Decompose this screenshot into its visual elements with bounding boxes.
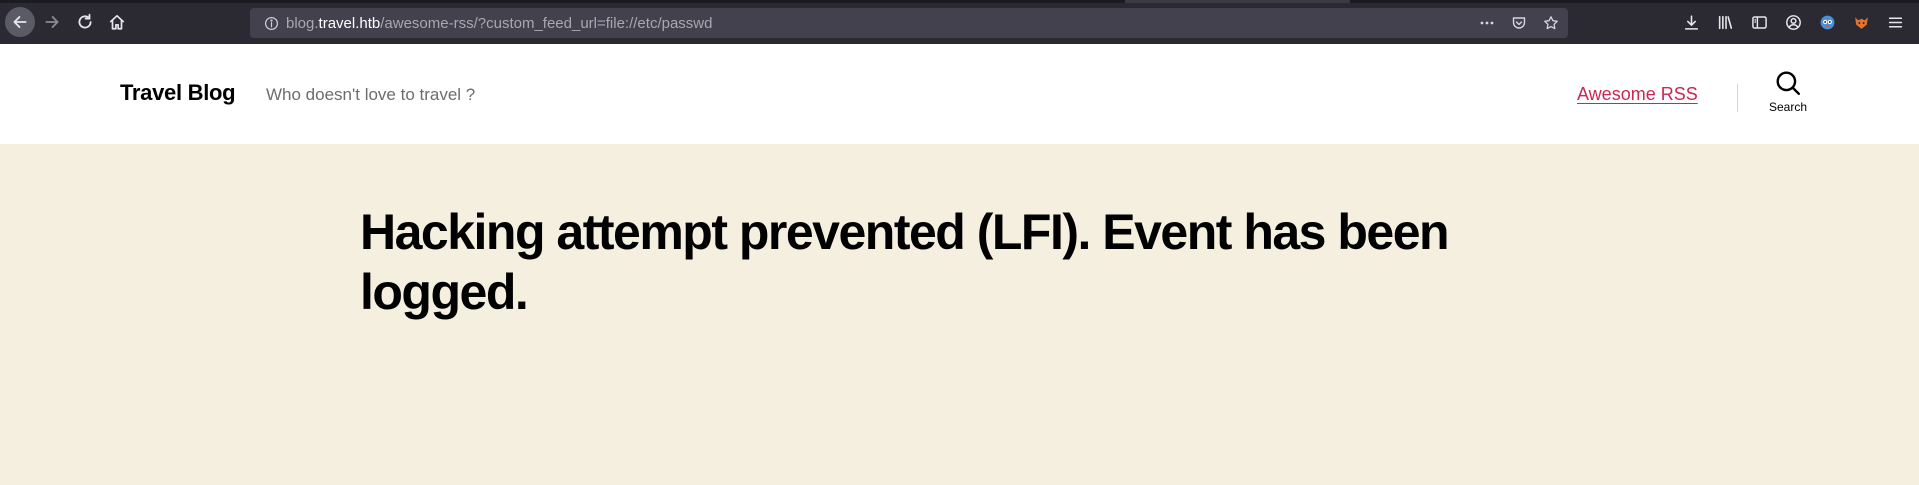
url-domain: travel.htb xyxy=(318,14,381,32)
back-button[interactable] xyxy=(5,7,35,37)
foxyproxy-icon[interactable] xyxy=(1851,12,1871,32)
search-label: Search xyxy=(1768,100,1808,114)
site-title[interactable]: Travel Blog xyxy=(120,80,236,106)
address-bar-actions xyxy=(1476,8,1562,38)
header-divider xyxy=(1737,84,1738,112)
download-icon[interactable] xyxy=(1681,12,1701,32)
url-text[interactable]: blog.travel.htb/awesome-rss/?custom_feed… xyxy=(286,15,712,32)
browser-toolbar: blog.travel.htb/awesome-rss/?custom_feed… xyxy=(0,0,1919,44)
menu-hamburger-icon[interactable] xyxy=(1885,12,1905,32)
account-icon[interactable] xyxy=(1783,12,1803,32)
active-tab-indicator[interactable] xyxy=(1125,0,1350,3)
main-content: Hacking attempt prevented (LFI). Event h… xyxy=(0,144,1919,485)
home-icon xyxy=(109,14,125,30)
extension-icon[interactable] xyxy=(1817,12,1837,32)
browser-tools xyxy=(1681,0,1905,44)
tab-strip-edge xyxy=(0,0,1919,3)
site-description: Who doesn't love to travel ? xyxy=(266,85,476,104)
search-toggle-button[interactable]: Search xyxy=(1762,70,1814,126)
site-info-icon[interactable] xyxy=(256,8,286,38)
search-icon xyxy=(1776,71,1801,96)
address-bar[interactable]: blog.travel.htb/awesome-rss/?custom_feed… xyxy=(250,8,1568,38)
arrow-left-icon xyxy=(13,16,27,28)
reload-icon xyxy=(78,13,92,29)
site-header: Travel Blog Who doesn't love to travel ?… xyxy=(0,44,1919,144)
page-heading: Hacking attempt prevented (LFI). Event h… xyxy=(360,204,1450,320)
forward-button[interactable] xyxy=(37,7,67,37)
home-button[interactable] xyxy=(102,7,132,37)
bookmark-star-icon[interactable] xyxy=(1540,12,1562,34)
sidebar-icon[interactable] xyxy=(1749,12,1769,32)
arrow-right-icon xyxy=(45,16,59,28)
url-prefix: blog. xyxy=(286,14,319,32)
reload-button[interactable] xyxy=(70,7,100,37)
nav-link-awesome-rss[interactable]: Awesome RSS xyxy=(1577,84,1698,105)
library-icon[interactable] xyxy=(1715,12,1735,32)
more-actions-icon[interactable] xyxy=(1476,12,1498,34)
pocket-icon[interactable] xyxy=(1508,12,1530,34)
url-path: /awesome-rss/?custom_feed_url=file://etc… xyxy=(380,14,713,32)
